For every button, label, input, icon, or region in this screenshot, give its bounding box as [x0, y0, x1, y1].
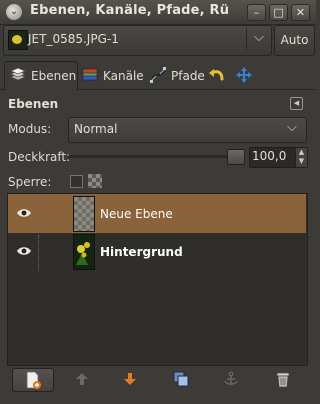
panel-title: Ebenen — [8, 97, 59, 111]
paths-icon[interactable] — [149, 66, 167, 84]
mode-label: Modus: — [8, 122, 52, 136]
move-navigation-icon[interactable] — [235, 66, 253, 84]
close-button[interactable]: ✕ — [291, 4, 310, 21]
anchor-layer-icon — [224, 371, 238, 385]
duplicate-layer-icon — [173, 371, 189, 387]
app-menu-icon[interactable]: ⌄ — [6, 4, 22, 20]
tab-channels-label[interactable]: Kanäle — [103, 69, 144, 83]
chain-link-toggle[interactable] — [38, 235, 40, 271]
lock-label: Sperre: — [8, 175, 52, 189]
image-selector-value: JET_0585.JPG-1 — [28, 32, 119, 46]
layer-thumbnail — [73, 196, 95, 232]
tab-paths-label[interactable]: Pfade — [171, 69, 205, 83]
eye-visibility-icon[interactable] — [16, 246, 32, 256]
minimize-button[interactable]: – — [247, 4, 266, 21]
opacity-label: Deckkraft: — [8, 150, 71, 164]
tab-layers-label: Ebenen — [31, 69, 77, 83]
image-selector-divider — [246, 28, 247, 51]
raise-layer-button[interactable] — [62, 368, 102, 390]
chevron-down-icon[interactable]: ⌵ — [287, 120, 297, 135]
channels-icon[interactable] — [81, 66, 99, 84]
eye-visibility-icon[interactable] — [16, 208, 32, 218]
lower-layer-icon — [124, 373, 136, 385]
duplicate-layer-button[interactable] — [161, 368, 201, 390]
lower-layer-button[interactable] — [110, 368, 150, 390]
anchor-layer-button[interactable] — [211, 368, 251, 390]
opacity-slider-handle[interactable] — [227, 149, 245, 165]
image-thumbnail-icon — [8, 30, 28, 50]
chain-link-toggle[interactable] — [38, 196, 40, 232]
new-layer-icon — [26, 371, 41, 389]
delete-layer-icon — [276, 372, 290, 388]
new-layer-button[interactable] — [12, 368, 54, 392]
delete-layer-button[interactable] — [263, 368, 303, 390]
window-title: Ebenen, Kanäle, Pfade, Rü — [30, 3, 230, 18]
layers-icon — [9, 67, 27, 81]
raise-layer-icon — [76, 373, 88, 385]
mode-select-value: Normal — [74, 122, 118, 136]
layer-name[interactable]: Neue Ebene — [100, 207, 173, 221]
layer-thumbnail — [73, 234, 95, 270]
chevron-down-icon[interactable]: ⌵ — [254, 30, 264, 45]
undo-history-icon[interactable] — [208, 66, 226, 84]
layer-name[interactable]: Hintergrund — [100, 245, 183, 259]
lock-pixels-checkbox[interactable] — [70, 175, 83, 188]
auto-button[interactable]: Auto — [274, 25, 315, 56]
opacity-spin-buttons[interactable]: ▲ ▼ — [295, 147, 308, 168]
opacity-slider[interactable] — [68, 155, 243, 158]
opacity-value[interactable]: 100,0 — [252, 149, 286, 163]
maximize-button[interactable]: □ — [269, 4, 288, 21]
panel-menu-icon[interactable]: ◀ — [290, 97, 303, 110]
lock-alpha-icon[interactable] — [88, 174, 102, 188]
